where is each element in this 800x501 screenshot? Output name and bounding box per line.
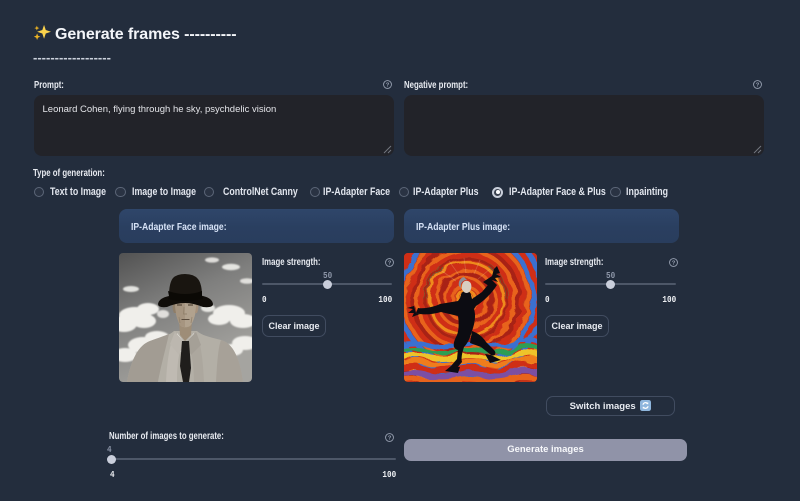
svg-text:?: ? [386,83,390,89]
svg-text:?: ? [388,261,392,267]
svg-text:?: ? [756,83,760,89]
svg-text:?: ? [672,261,676,267]
svg-text:?: ? [387,436,391,442]
